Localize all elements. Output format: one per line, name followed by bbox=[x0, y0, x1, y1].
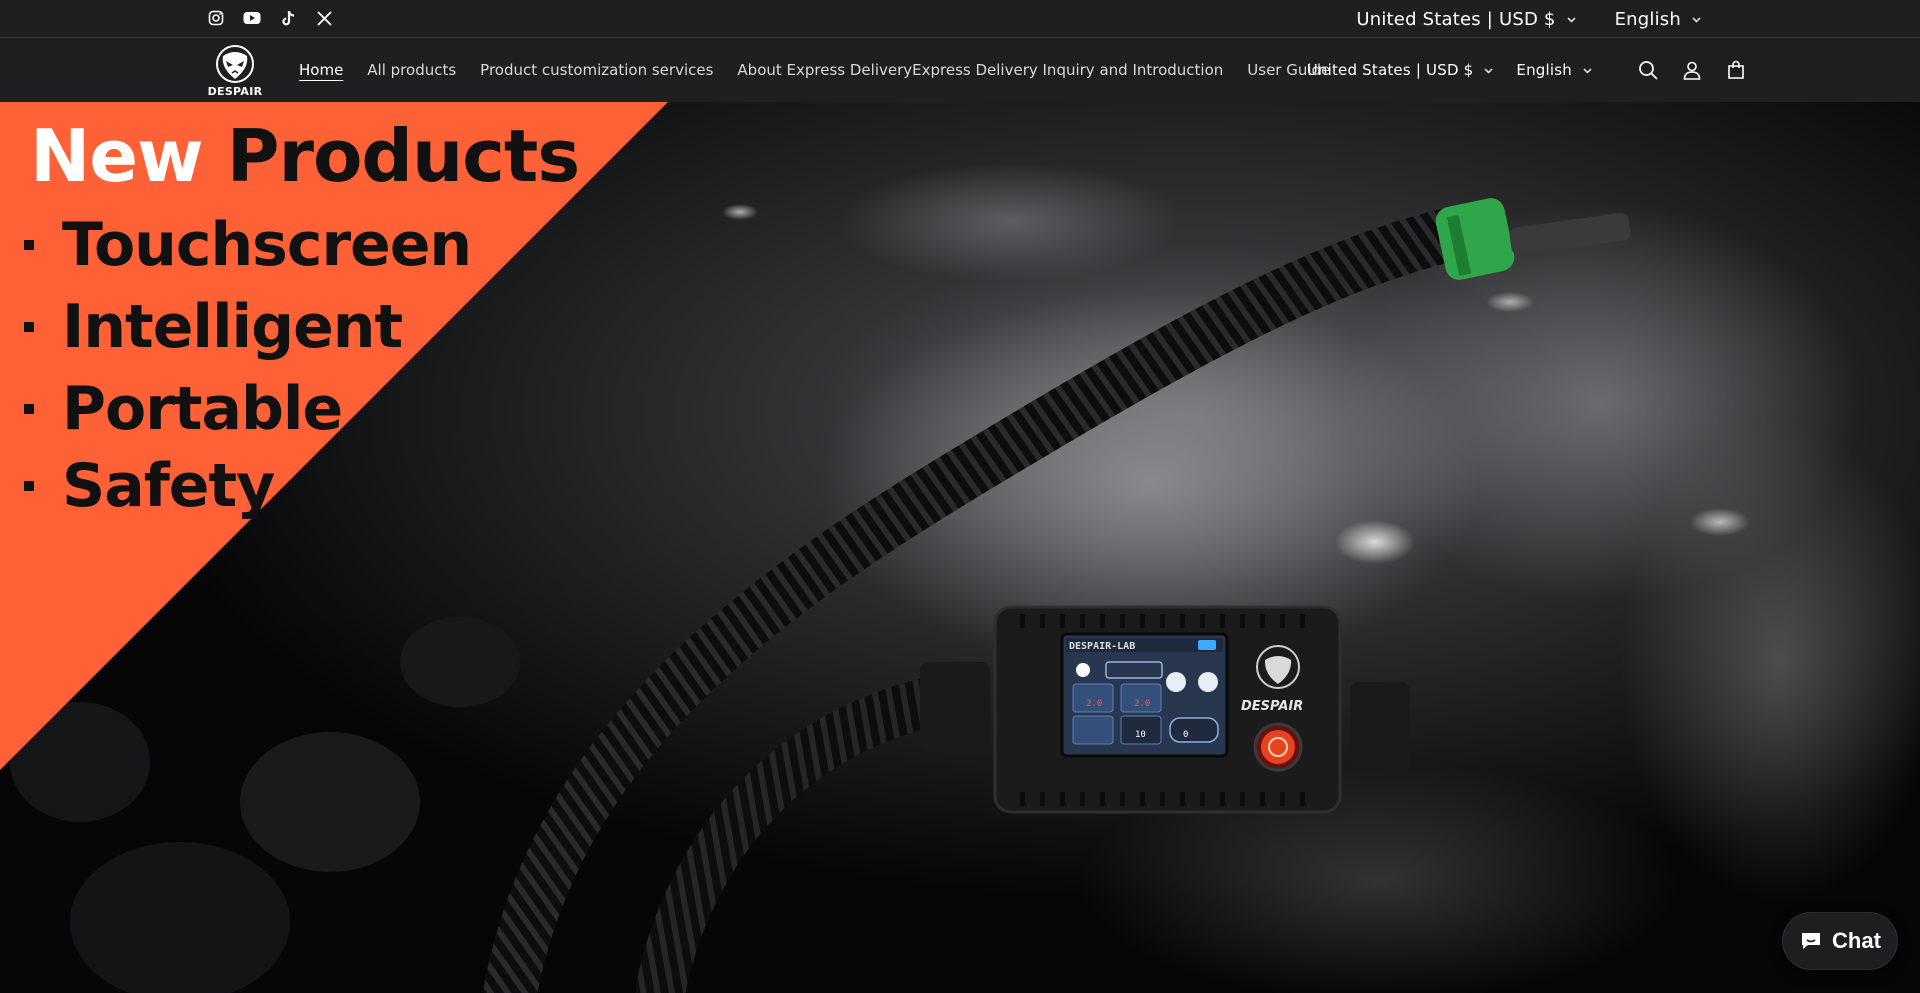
device-brand: DESPAIR bbox=[1241, 699, 1304, 714]
language-label: English bbox=[1614, 8, 1681, 30]
promo-bullet: Safety bbox=[24, 451, 275, 521]
logo-text: DESPAIR bbox=[207, 85, 263, 98]
chevron-down-icon bbox=[1582, 65, 1593, 76]
country-label: United States | USD $ bbox=[1356, 8, 1556, 30]
promo-title-word-products: Products bbox=[226, 114, 580, 198]
promo-title-word-new: New bbox=[30, 114, 204, 198]
chevron-down-icon bbox=[1483, 65, 1494, 76]
youtube-icon[interactable] bbox=[243, 9, 261, 27]
chat-label: Chat bbox=[1832, 928, 1881, 953]
nav-express-delivery[interactable]: About Express DeliveryExpress Delivery I… bbox=[737, 61, 1223, 79]
promo-bullet: Touchscreen bbox=[24, 210, 472, 280]
chevron-down-icon bbox=[1691, 14, 1702, 25]
device-value: 2.0 bbox=[1134, 699, 1151, 709]
chat-bubble-icon bbox=[1802, 933, 1821, 949]
header-language-selector[interactable]: English bbox=[1516, 61, 1593, 79]
top-localization: United States | USD $ English bbox=[1356, 0, 1702, 38]
promo-bullet: Portable bbox=[24, 374, 343, 444]
hero-banner[interactable]: New Products Touchscreen Intelligent Por… bbox=[0, 102, 1920, 993]
nav-all-products[interactable]: All products bbox=[367, 61, 456, 79]
promo-bullet: Intelligent bbox=[24, 292, 403, 362]
logo[interactable]: DESPAIR bbox=[207, 44, 263, 98]
main-nav: Home All products Product customization … bbox=[299, 38, 1354, 102]
search-icon[interactable] bbox=[1637, 59, 1659, 81]
announcement-bar: United States | USD $ English bbox=[0, 0, 1920, 38]
chevron-down-icon bbox=[1566, 14, 1577, 25]
site-header: DESPAIR Home All products Product custom… bbox=[0, 38, 1920, 102]
header-actions: United States | USD $ English bbox=[1307, 38, 1747, 102]
instagram-icon[interactable] bbox=[207, 9, 225, 27]
header-language-label: English bbox=[1516, 61, 1572, 79]
social-links bbox=[207, 9, 333, 27]
nav-product-customization[interactable]: Product customization services bbox=[480, 61, 713, 79]
language-selector[interactable]: English bbox=[1615, 9, 1702, 30]
nav-home[interactable]: Home bbox=[299, 61, 343, 79]
header-country-label: United States | USD $ bbox=[1306, 61, 1474, 79]
account-icon[interactable] bbox=[1681, 59, 1703, 81]
device-value: 2.0 bbox=[1086, 699, 1103, 709]
cart-icon[interactable] bbox=[1725, 59, 1747, 81]
device-screen-title: DESPAIR-LAB bbox=[1069, 641, 1136, 652]
x-twitter-icon[interactable] bbox=[315, 9, 333, 27]
chat-button[interactable]: Chat bbox=[1782, 912, 1898, 970]
device-value: 10 bbox=[1135, 730, 1146, 740]
logo-mask-icon bbox=[216, 45, 254, 83]
promo-title: New Products bbox=[30, 114, 580, 198]
tiktok-icon[interactable] bbox=[279, 9, 297, 27]
device-value: 0 bbox=[1183, 730, 1189, 740]
header-country-selector[interactable]: United States | USD $ bbox=[1307, 61, 1495, 79]
country-selector[interactable]: United States | USD $ bbox=[1356, 9, 1576, 30]
